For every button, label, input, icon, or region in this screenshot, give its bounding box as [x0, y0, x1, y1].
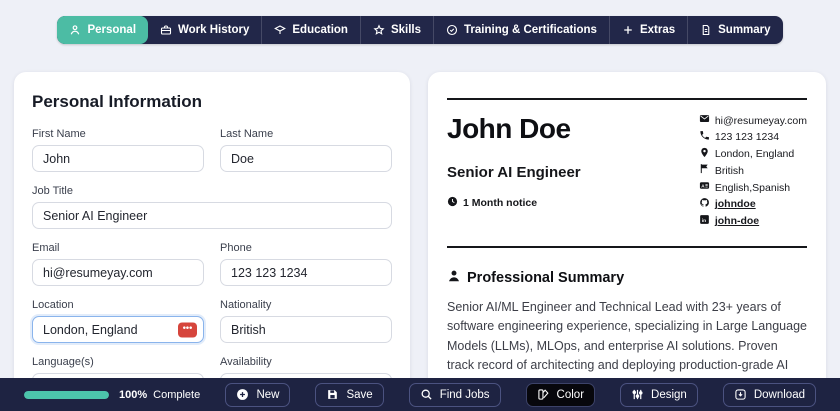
- location-field: Location •••: [32, 299, 204, 343]
- top-navigation: Personal Work History Education Skills T…: [0, 0, 840, 44]
- tab-label: Education: [292, 24, 348, 36]
- check-circle-icon: [446, 24, 458, 36]
- bottom-action-bar: 100% Complete New Save Find Jobs Color De…: [0, 378, 840, 411]
- nationality-label: Nationality: [220, 299, 392, 311]
- form-grid: First Name Last Name Job Title Email Pho…: [32, 128, 392, 400]
- contact-linkedin: in john-doe: [699, 214, 807, 231]
- color-swatches-icon: [537, 388, 550, 401]
- plus-icon: [622, 24, 634, 36]
- design-button[interactable]: Design: [620, 383, 698, 407]
- github-icon: [699, 197, 710, 214]
- download-icon: [734, 388, 747, 401]
- main-content: Personal Information First Name Last Nam…: [14, 72, 826, 411]
- resume-section-rule: [447, 246, 807, 248]
- tab-summary[interactable]: Summary: [687, 16, 782, 44]
- resume-section-tabs: Personal Work History Education Skills T…: [57, 16, 782, 44]
- progress-bar: [24, 391, 109, 399]
- tab-label: Skills: [391, 24, 421, 36]
- phone-field: Phone: [220, 242, 392, 286]
- tab-skills[interactable]: Skills: [360, 16, 433, 44]
- nationality-input[interactable]: [220, 316, 392, 343]
- completion-progress: 100% Complete: [24, 389, 200, 401]
- star-icon: [373, 24, 385, 36]
- progress-text: 100% Complete: [119, 389, 200, 401]
- tab-personal[interactable]: Personal: [57, 16, 148, 44]
- search-icon: [420, 388, 433, 401]
- download-button[interactable]: Download: [723, 383, 816, 407]
- briefcase-icon: [160, 24, 172, 36]
- action-buttons: New Save Find Jobs Color Design Download: [225, 383, 816, 407]
- contact-phone: 123 123 1234: [699, 130, 807, 147]
- tab-label: Work History: [178, 24, 249, 36]
- svg-text:in: in: [702, 218, 706, 224]
- language-icon: A: [699, 180, 710, 197]
- text-assistant-extension-icon[interactable]: •••: [178, 322, 197, 337]
- availability-label: Availability: [220, 356, 392, 368]
- job-title-field: Job Title: [32, 185, 392, 229]
- tab-label: Extras: [640, 24, 675, 36]
- location-pin-icon: [699, 147, 710, 164]
- new-button[interactable]: New: [225, 383, 290, 407]
- last-name-field: Last Name: [220, 128, 392, 172]
- floppy-disk-icon: [326, 388, 339, 401]
- contact-email: hi@resumeyay.com: [699, 113, 807, 130]
- resume-preview-panel: John Doe Senior AI Engineer 1 Month noti…: [428, 72, 826, 411]
- document-icon: [700, 24, 712, 36]
- first-name-field: First Name: [32, 128, 204, 172]
- person-icon: [69, 24, 81, 36]
- location-label: Location: [32, 299, 204, 311]
- summary-section-heading: Professional Summary: [447, 269, 807, 287]
- plus-circle-icon: [236, 388, 249, 401]
- tab-label: Summary: [718, 24, 770, 36]
- first-name-label: First Name: [32, 128, 204, 140]
- resume-job-title: Senior AI Engineer: [447, 164, 581, 181]
- languages-label: Language(s): [32, 356, 204, 368]
- phone-label: Phone: [220, 242, 392, 254]
- job-title-label: Job Title: [32, 185, 392, 197]
- phone-input[interactable]: [220, 259, 392, 286]
- tab-label: Personal: [87, 24, 136, 36]
- progress-percent: 100%: [119, 389, 147, 401]
- tab-training-certifications[interactable]: Training & Certifications: [433, 16, 609, 44]
- linkedin-link[interactable]: john-doe: [715, 214, 759, 230]
- job-title-input[interactable]: [32, 202, 392, 229]
- notice-text: 1 Month notice: [463, 197, 537, 209]
- contact-location: London, England: [699, 147, 807, 164]
- last-name-input[interactable]: [220, 145, 392, 172]
- person-icon: [447, 269, 461, 287]
- resume-top-rule: [447, 98, 807, 100]
- form-title: Personal Information: [32, 92, 392, 112]
- sliders-icon: [631, 388, 644, 401]
- contact-nationality: British: [699, 163, 807, 180]
- color-button[interactable]: Color: [526, 383, 595, 407]
- contact-github: johndoe: [699, 197, 807, 214]
- resume-header: John Doe Senior AI Engineer 1 Month noti…: [447, 113, 807, 231]
- last-name-label: Last Name: [220, 128, 392, 140]
- linkedin-icon: in: [699, 214, 710, 231]
- email-field: Email: [32, 242, 204, 286]
- progress-label: Complete: [153, 389, 200, 401]
- tab-work-history[interactable]: Work History: [148, 16, 261, 44]
- flag-icon: [699, 163, 710, 180]
- tab-label: Training & Certifications: [464, 24, 597, 36]
- contact-languages: A English,Spanish: [699, 180, 807, 197]
- email-label: Email: [32, 242, 204, 254]
- first-name-input[interactable]: [32, 145, 204, 172]
- tab-education[interactable]: Education: [261, 16, 360, 44]
- tab-extras[interactable]: Extras: [609, 16, 687, 44]
- save-button[interactable]: Save: [315, 383, 383, 407]
- nationality-field: Nationality: [220, 299, 392, 343]
- graduation-cap-icon: [274, 24, 286, 36]
- resume-identity: John Doe Senior AI Engineer 1 Month noti…: [447, 113, 581, 231]
- github-link[interactable]: johndoe: [715, 197, 756, 213]
- clock-icon: [447, 196, 458, 210]
- availability-notice: 1 Month notice: [447, 196, 581, 210]
- contact-list: hi@resumeyay.com 123 123 1234 London, En…: [699, 113, 807, 231]
- email-input[interactable]: [32, 259, 204, 286]
- find-jobs-button[interactable]: Find Jobs: [409, 383, 501, 407]
- phone-icon: [699, 130, 710, 147]
- personal-info-panel: Personal Information First Name Last Nam…: [14, 72, 410, 411]
- resume-name: John Doe: [447, 113, 581, 145]
- envelope-icon: [699, 113, 710, 130]
